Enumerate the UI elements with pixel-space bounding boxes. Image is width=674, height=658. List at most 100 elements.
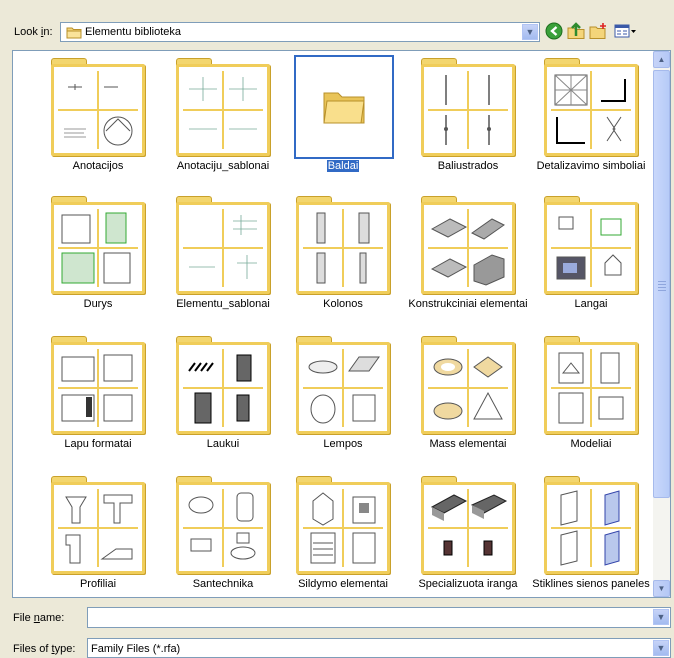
folder-thumbnail-icon: [51, 64, 145, 156]
folder-thumbnail: [544, 58, 638, 156]
folder-item[interactable]: Anotaciju_sablonai: [161, 56, 285, 194]
folder-thumbnail: [544, 476, 638, 574]
folder-thumbnail: [51, 336, 145, 434]
file-type-chevron-down-icon[interactable]: ▼: [653, 640, 669, 656]
folder-thumbnail-icon: [421, 202, 515, 294]
folder-thumbnail-icon: [544, 342, 638, 434]
scroll-down-button[interactable]: ▼: [653, 580, 670, 597]
folder-thumbnail-icon: [544, 64, 638, 156]
folder-item[interactable]: Santechnika: [161, 474, 285, 597]
folder-thumbnail-icon: [296, 202, 390, 294]
file-type-label: Files of type:: [13, 643, 76, 655]
folder-label: Langai: [574, 298, 608, 310]
folder-thumbnail: [421, 476, 515, 574]
folder-label: Profiliai: [79, 578, 117, 590]
folder-thumbnail: [176, 196, 270, 294]
folder-item[interactable]: Elementu_sablonai: [161, 194, 285, 332]
folder-item[interactable]: Profiliai: [36, 474, 160, 597]
folder-thumbnail: [296, 336, 390, 434]
folder-thumbnail: [544, 336, 638, 434]
look-in-bar: Look in: Elementu biblioteka ▼: [0, 14, 674, 44]
folder-label: Mass elementai: [429, 438, 507, 450]
folder-label: Santechnika: [192, 578, 254, 590]
folder-item[interactable]: Laukui: [161, 334, 285, 472]
folder-item[interactable]: Lapu formatai: [36, 334, 160, 472]
folder-label: Laukui: [206, 438, 240, 450]
folder-item[interactable]: Mass elementai: [406, 334, 530, 472]
folder-thumbnail-icon: [296, 482, 390, 574]
folder-label: Modeliai: [570, 438, 612, 450]
folder-thumbnail-icon: [296, 342, 390, 434]
folder-label: Anotaciju_sablonai: [176, 160, 270, 172]
vertical-scrollbar[interactable]: ▲ ▼: [653, 51, 670, 597]
file-type-dropdown[interactable]: Family Files (*.rfa) ▼: [87, 638, 671, 658]
folder-label: Baliustrados: [437, 160, 499, 172]
file-name-field[interactable]: ▼: [87, 607, 671, 628]
file-name-label: File name:: [13, 612, 65, 624]
folder-thumbnail: [176, 58, 270, 156]
folder-thumbnail-icon: [51, 482, 145, 574]
folder-item[interactable]: Detalizavimo simboliai: [529, 56, 653, 194]
folder-thumbnail-icon: [421, 64, 515, 156]
folder-label: Elementu_sablonai: [176, 298, 270, 310]
folder-thumbnail-icon: [176, 342, 270, 434]
folder-item[interactable]: Durys: [36, 194, 160, 332]
look-in-value: Elementu biblioteka: [85, 26, 182, 38]
folder-label: Anotacijos: [72, 160, 124, 172]
folder-item[interactable]: Baldai: [281, 55, 405, 194]
folder-thumbnail-icon: [176, 64, 270, 156]
folder-icon: [322, 87, 366, 128]
folder-item[interactable]: Anotacijos: [36, 56, 160, 194]
scroll-thumb[interactable]: [653, 70, 670, 498]
folder-thumbnail: [51, 476, 145, 574]
folder-thumbnail-icon: [544, 202, 638, 294]
folder-item[interactable]: Lempos: [281, 334, 405, 472]
look-in-label: Look in:: [14, 26, 53, 38]
folder-item[interactable]: Baliustrados: [406, 56, 530, 194]
folder-thumbnail: [176, 476, 270, 574]
folder-thumbnail-icon: [176, 482, 270, 574]
new-folder-icon[interactable]: [588, 22, 608, 42]
folder-label: Specializuota iranga: [418, 578, 518, 590]
folder-thumbnail-icon: [51, 202, 145, 294]
folder-thumbnail-icon: [421, 342, 515, 434]
folder-item[interactable]: Stiklines sienos paneles: [529, 474, 653, 597]
folder-thumbnail-icon: [51, 342, 145, 434]
folder-thumbnail: [421, 58, 515, 156]
file-type-value: Family Files (*.rfa): [91, 643, 181, 655]
folder-thumbnail: [176, 336, 270, 434]
folder-label: Sildymo elementai: [298, 578, 388, 590]
folder-thumbnail-icon: [544, 482, 638, 574]
folder-item[interactable]: Kolonos: [281, 194, 405, 332]
folder-label: Lempos: [323, 438, 363, 450]
folder-label: Lapu formatai: [64, 438, 132, 450]
folder-thumbnail: [296, 476, 390, 574]
chevron-down-icon[interactable]: ▼: [522, 24, 538, 40]
folder-thumbnail: [421, 196, 515, 294]
folder-item[interactable]: Modeliai: [529, 334, 653, 472]
folder-thumbnail: [51, 196, 145, 294]
folder-item[interactable]: Specializuota iranga: [406, 474, 530, 597]
folder-label: Detalizavimo simboliai: [536, 160, 646, 172]
look-in-dropdown[interactable]: Elementu biblioteka ▼: [60, 22, 540, 42]
folder-item[interactable]: Konstrukciniai elementai: [406, 194, 530, 332]
scroll-up-button[interactable]: ▲: [653, 51, 670, 68]
folder-label: Durys: [83, 298, 113, 310]
folder-item[interactable]: Sildymo elementai: [281, 474, 405, 597]
folder-thumbnail-icon: [176, 202, 270, 294]
folder-label: Baldai: [326, 160, 360, 172]
folder-item[interactable]: Langai: [529, 194, 653, 332]
file-items: Anotacijos Anotaciju_sablonai Baldai Balius…: [13, 51, 654, 597]
folder-label: Stiklines sienos paneles: [532, 578, 650, 590]
file-name-chevron-down-icon[interactable]: ▼: [653, 609, 669, 625]
up-folder-icon[interactable]: [566, 22, 586, 42]
folder-thumbnail: [544, 196, 638, 294]
folder-thumbnail-icon: [421, 482, 515, 574]
file-list[interactable]: Anotacijos Anotaciju_sablonai Baldai Balius…: [12, 50, 671, 598]
folder-thumbnail: [421, 336, 515, 434]
views-menu-icon[interactable]: [612, 22, 638, 42]
folder-thumbnail: [296, 196, 390, 294]
folder-thumbnail: [51, 58, 145, 156]
folder-label: Konstrukciniai elementai: [408, 298, 528, 310]
back-arrow-icon[interactable]: [544, 22, 564, 42]
